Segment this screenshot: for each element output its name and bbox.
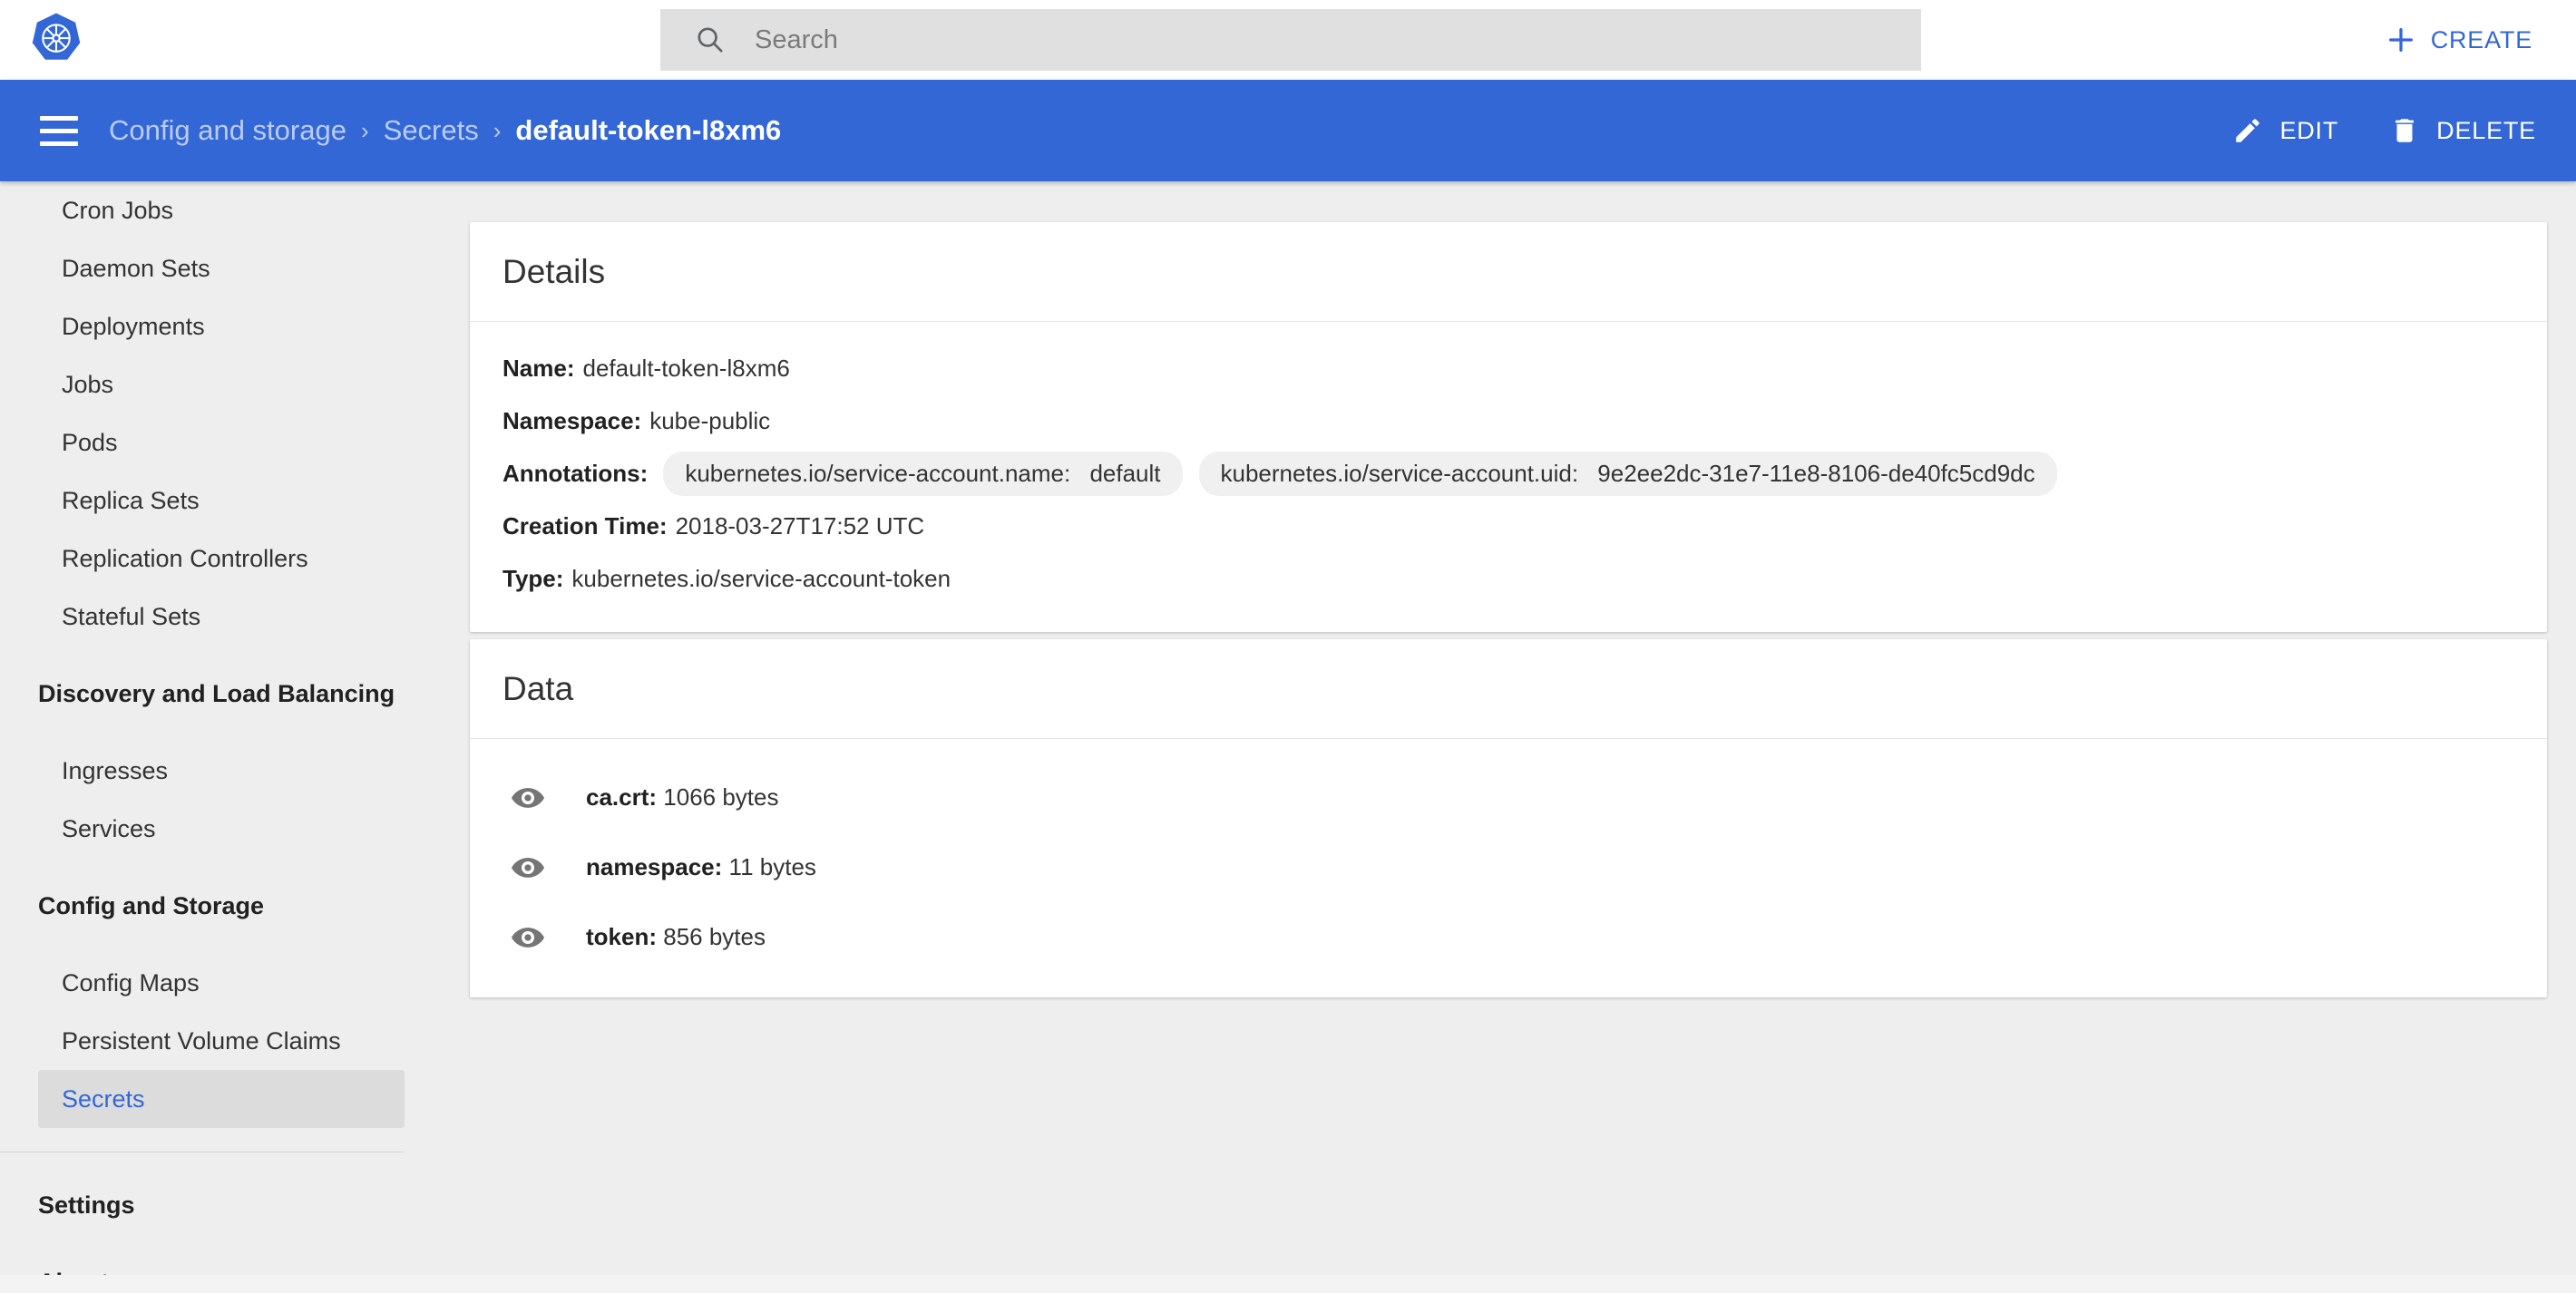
delete-button-label: DELETE xyxy=(2436,116,2536,144)
top-header-bar: CREATE xyxy=(0,0,2576,80)
create-button[interactable]: CREATE xyxy=(2386,13,2532,67)
eye-icon[interactable] xyxy=(510,919,546,956)
data-card-header: Data xyxy=(470,639,2547,739)
annotation-chip-key: kubernetes.io/service-account.uid: xyxy=(1220,459,1579,487)
detail-label-type: Type: xyxy=(503,564,564,592)
data-card-body: ca.crt: 1066 bytes namespace: 11 bytes t… xyxy=(470,739,2547,997)
data-row-text: ca.crt: 1066 bytes xyxy=(586,783,779,812)
hamburger-menu-icon[interactable] xyxy=(40,112,87,150)
pencil-icon xyxy=(2236,119,2260,142)
detail-label-name: Name: xyxy=(503,354,575,382)
sidebar-heading-config-and-storage: Config and Storage xyxy=(38,891,264,919)
annotation-chip-value: 9e2ee2dc-31e7-11e8-8106-de40fc5cd9dc xyxy=(1597,459,2035,487)
data-key: namespace: xyxy=(586,853,723,880)
hamburger-bar xyxy=(40,115,78,121)
sidebar-heading-discovery-and-load-balancing: Discovery and Load Balancing xyxy=(38,679,395,707)
search-bar[interactable] xyxy=(660,9,1921,71)
plus-icon xyxy=(2388,28,2413,52)
detail-label-creation-time: Creation Time: xyxy=(503,511,668,540)
kubernetes-logo[interactable] xyxy=(24,7,89,73)
breadcrumb-item-config-and-storage[interactable]: Config and storage xyxy=(109,114,346,147)
data-key: token: xyxy=(586,923,657,950)
data-key: ca.crt: xyxy=(586,783,658,811)
eye-icon[interactable] xyxy=(510,780,546,816)
annotation-chip: kubernetes.io/service-account.uid: 9e2ee… xyxy=(1198,451,2057,496)
delete-button[interactable]: DELETE xyxy=(2389,115,2536,146)
action-toolbar: Config and storage › Secrets › default-t… xyxy=(0,80,2576,181)
sidebar-item-stateful-sets[interactable]: Stateful Sets xyxy=(0,588,463,646)
detail-row-type: Type: kubernetes.io/service-account-toke… xyxy=(503,552,2514,605)
detail-row-creation-time: Creation Time: 2018-03-27T17:52 UTC xyxy=(503,500,2514,552)
details-card: Details Name: default-token-l8xm6 Namesp… xyxy=(470,222,2547,632)
data-value: 11 bytes xyxy=(728,853,816,880)
eye-icon[interactable] xyxy=(510,850,546,886)
data-card: Data ca.crt: 1066 bytes namespace: 11 by… xyxy=(470,639,2547,997)
annotation-chip-key: kubernetes.io/service-account.name: xyxy=(685,459,1071,487)
breadcrumb: Config and storage › Secrets › default-t… xyxy=(109,114,781,147)
bottom-strip xyxy=(0,1275,2576,1293)
sidebar-item-settings[interactable]: Settings xyxy=(0,1176,463,1234)
details-card-header: Details xyxy=(470,222,2547,322)
search-input[interactable] xyxy=(755,24,1843,55)
sidebar-item-persistent-volume-claims[interactable]: Persistent Volume Claims xyxy=(0,1012,463,1070)
data-row-token: token: 856 bytes xyxy=(470,902,2547,972)
sidebar-item-jobs[interactable]: Jobs xyxy=(0,355,463,413)
detail-row-annotations: Annotations: kubernetes.io/service-accou… xyxy=(503,447,2514,500)
detail-value-creation-time: 2018-03-27T17:52 UTC xyxy=(675,511,925,540)
sidebar-item-secrets-wrap: Secrets xyxy=(0,1070,463,1128)
sidebar-item-config-maps[interactable]: Config Maps xyxy=(0,954,463,1012)
edit-button-label: EDIT xyxy=(2279,116,2339,144)
detail-value-type: kubernetes.io/service-account-token xyxy=(571,564,951,592)
sidebar-item-services[interactable]: Services xyxy=(0,800,463,858)
hamburger-bar xyxy=(40,128,78,133)
detail-row-namespace: Namespace: kube-public xyxy=(503,394,2514,447)
sidebar-item-cron-jobs[interactable]: Cron Jobs xyxy=(0,181,463,239)
trash-icon xyxy=(2395,119,2415,142)
data-value: 856 bytes xyxy=(663,923,766,950)
detail-label-annotations: Annotations: xyxy=(503,459,649,487)
breadcrumb-item-current: default-token-l8xm6 xyxy=(515,114,782,146)
toolbar-actions: EDIT DELETE xyxy=(2232,115,2536,146)
sidebar-item-ingresses[interactable]: Ingresses xyxy=(0,742,463,800)
main-content: Details Name: default-token-l8xm6 Namesp… xyxy=(463,181,2576,1293)
sidebar-item-secrets[interactable]: Secrets xyxy=(38,1070,405,1128)
annotation-chip-value: default xyxy=(1089,459,1161,487)
edit-button[interactable]: EDIT xyxy=(2232,115,2338,146)
data-row-namespace: namespace: 11 bytes xyxy=(470,832,2547,902)
details-card-title: Details xyxy=(503,252,606,290)
kubernetes-logo-icon xyxy=(32,13,81,60)
detail-value-namespace: kube-public xyxy=(649,406,771,434)
breadcrumb-separator: › xyxy=(360,116,369,144)
breadcrumb-separator: › xyxy=(493,116,502,144)
sidebar-item-replica-sets[interactable]: Replica Sets xyxy=(0,472,463,530)
annotation-chip-list: kubernetes.io/service-account.name: defa… xyxy=(663,451,2057,496)
hamburger-bar xyxy=(40,141,78,146)
sidebar-item-daemon-sets[interactable]: Daemon Sets xyxy=(0,239,463,297)
data-row-text: token: 856 bytes xyxy=(586,923,766,951)
data-row-text: namespace: 11 bytes xyxy=(586,853,816,881)
detail-row-name: Name: default-token-l8xm6 xyxy=(503,342,2514,394)
sidebar-item-pods[interactable]: Pods xyxy=(0,413,463,472)
sidebar-item-replication-controllers[interactable]: Replication Controllers xyxy=(0,530,463,588)
detail-label-namespace: Namespace: xyxy=(503,406,642,434)
sidebar-nav: Cron Jobs Daemon Sets Deployments Jobs P… xyxy=(0,181,463,1293)
details-card-body: Name: default-token-l8xm6 Namespace: kub… xyxy=(470,322,2547,632)
search-icon xyxy=(698,27,723,53)
breadcrumb-item-secrets[interactable]: Secrets xyxy=(384,114,479,147)
data-row-ca-crt: ca.crt: 1066 bytes xyxy=(470,763,2547,832)
detail-value-name: default-token-l8xm6 xyxy=(582,354,790,382)
sidebar-item-deployments[interactable]: Deployments xyxy=(0,297,463,355)
create-button-label: CREATE xyxy=(2430,25,2532,53)
data-card-title: Data xyxy=(503,669,574,707)
annotation-chip: kubernetes.io/service-account.name: defa… xyxy=(663,451,1183,496)
data-value: 1066 bytes xyxy=(663,783,779,811)
